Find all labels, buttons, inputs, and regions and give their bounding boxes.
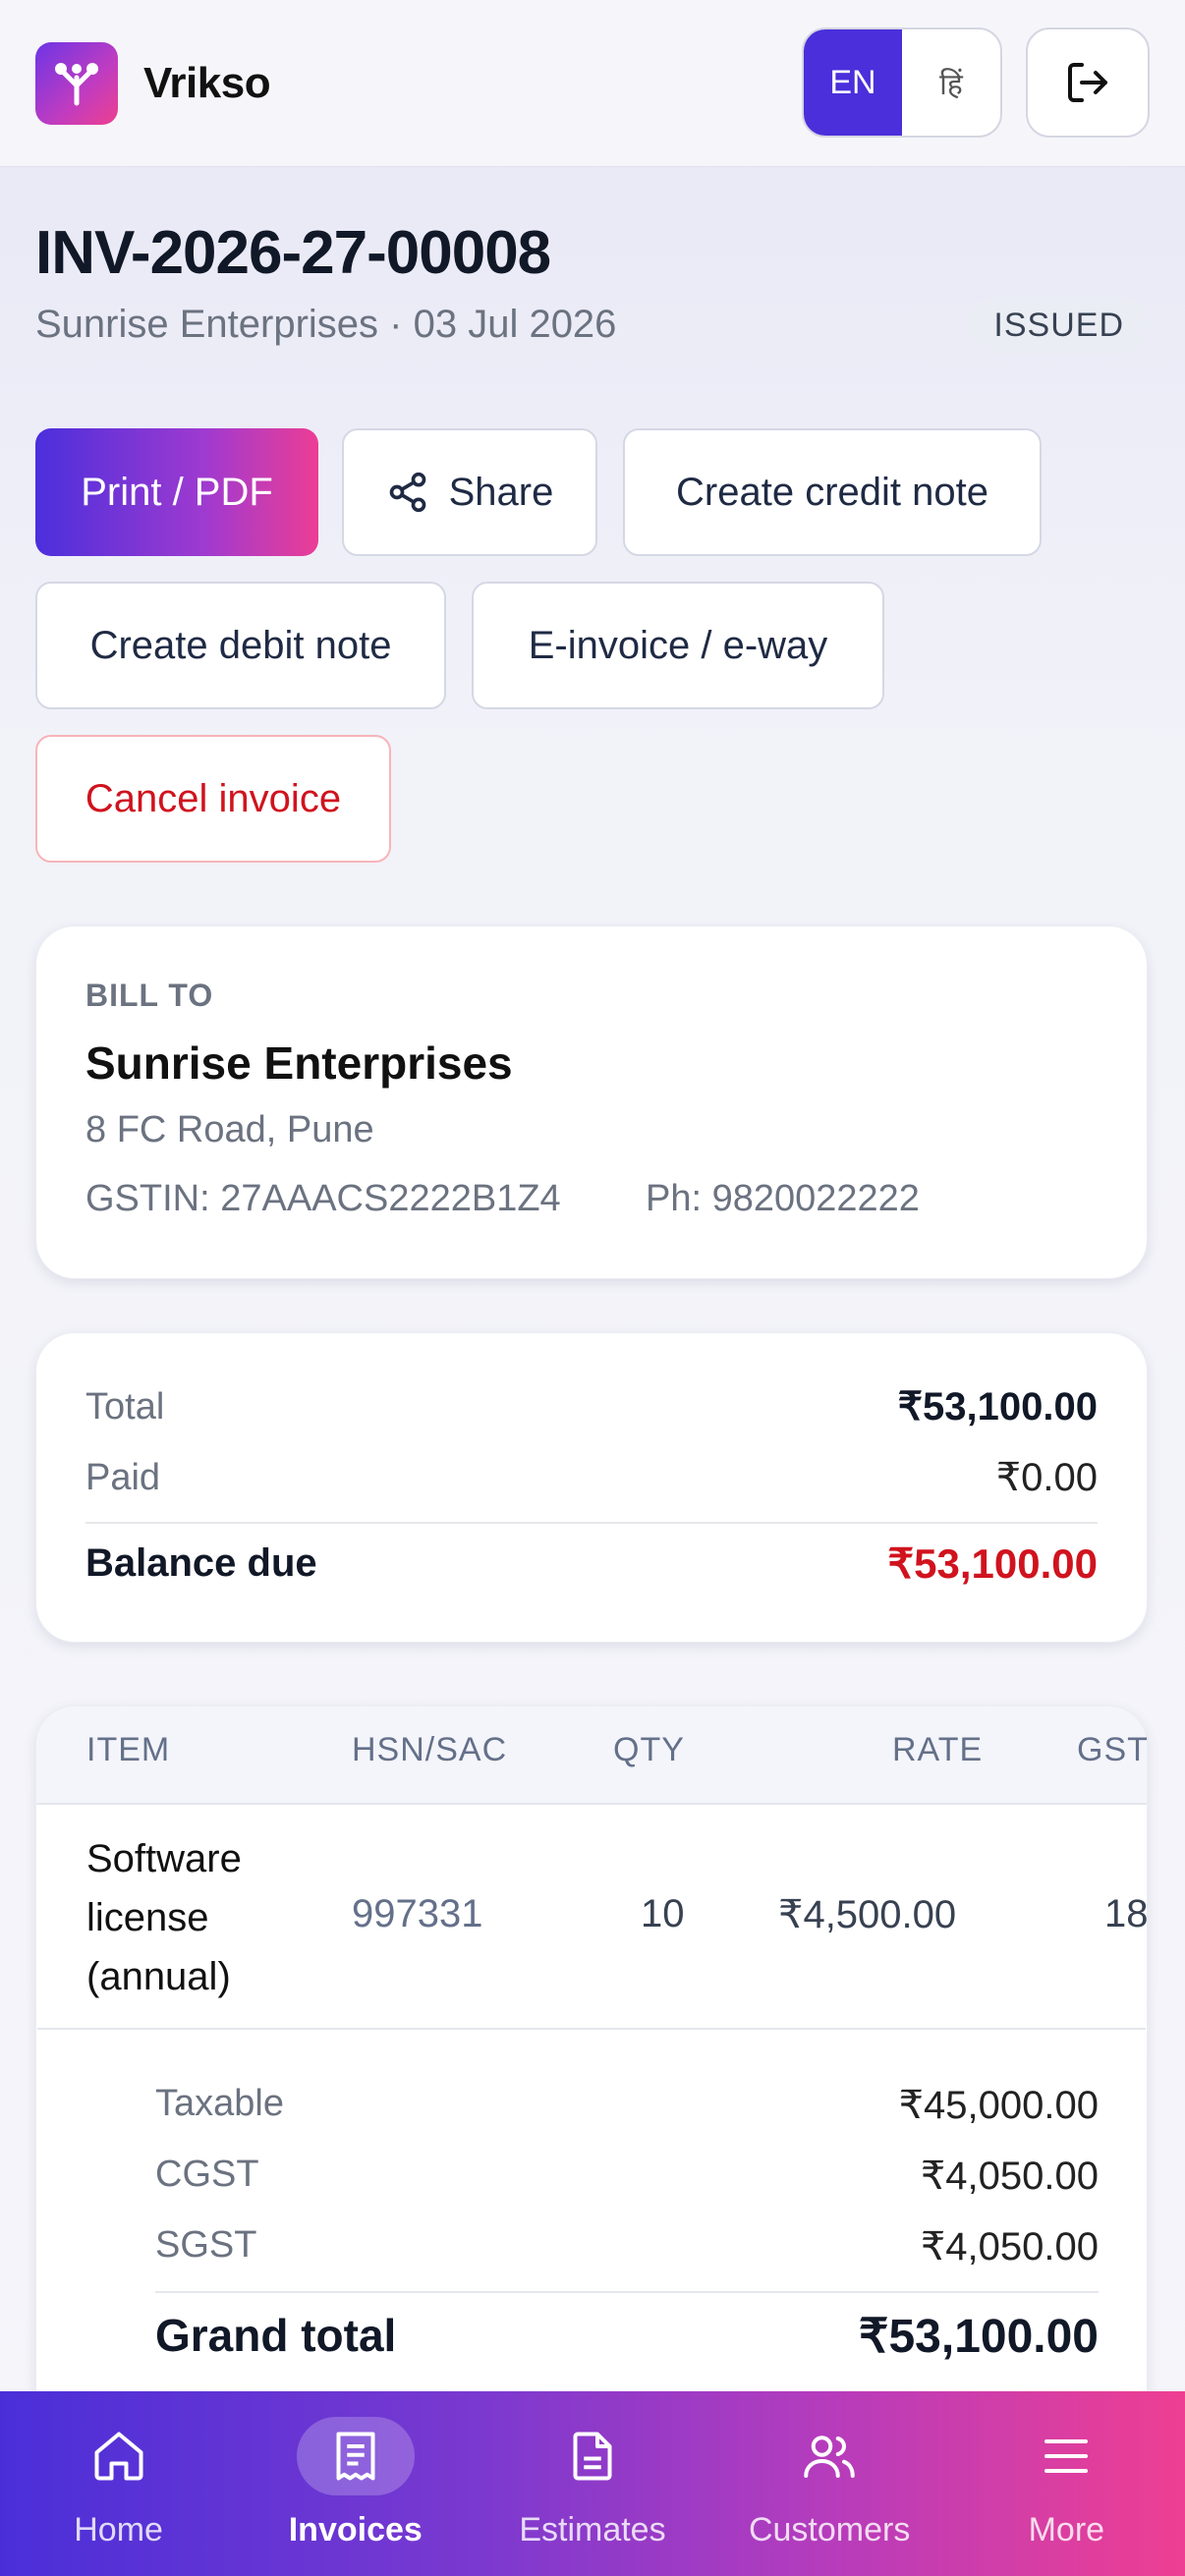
logout-button[interactable] [1026, 28, 1150, 138]
nav-more[interactable]: More [948, 2391, 1185, 2576]
taxable-row: Taxable ₹45,000.00 [155, 2083, 1099, 2128]
menu-icon [1044, 2439, 1089, 2473]
credit-note-label: Create credit note [676, 470, 988, 514]
sgst-row: SGST ₹4,050.00 [155, 2224, 1099, 2269]
share-button[interactable]: Share [342, 428, 597, 556]
tree-icon [55, 62, 98, 105]
customer-gstin: GSTIN: 27AAACS2222B1Z4 [85, 1178, 561, 1219]
receipt-icon [336, 2432, 375, 2481]
create-debit-note-button[interactable]: Create debit note [35, 582, 446, 709]
nav-home[interactable]: Home [0, 2391, 237, 2576]
grand-divider [155, 2291, 1099, 2293]
cgst-value: ₹4,050.00 [920, 2155, 1099, 2198]
total-row: Total ₹53,100.00 [85, 1384, 1098, 1429]
invoice-number: INV-2026-27-00008 [35, 219, 551, 287]
balance-row: Balance due ₹53,100.00 [85, 1540, 1098, 1588]
item-qty: 10 [641, 1892, 685, 1935]
invoice-subtitle: Sunrise Enterprises · 03 Jul 2026 [35, 303, 617, 346]
payment-summary-card: Total ₹53,100.00 Paid ₹0.00 Balance due … [35, 1332, 1148, 1643]
nav-more-label: More [1028, 2511, 1105, 2548]
app-name: Vrikso [143, 58, 271, 107]
total-label: Total [85, 1385, 165, 1428]
create-credit-note-button[interactable]: Create credit note [623, 428, 1042, 556]
column-header-qty: QTY [613, 1731, 685, 1768]
item-rate: ₹4,500.00 [778, 1893, 957, 1936]
item-gst: 18% [1104, 1892, 1148, 1935]
item-name: Software license (annual) [86, 1837, 242, 1998]
einvoice-eway-button[interactable]: E-invoice / e-way [472, 582, 884, 709]
balance-value: ₹53,100.00 [887, 1540, 1098, 1587]
nav-invoices-label: Invoices [288, 2511, 423, 2548]
bottom-navigation: Home Invoices Estimates Customers More [0, 2391, 1185, 2576]
lang-hi-button[interactable]: हिं [902, 29, 1000, 136]
status-badge: ISSUED [968, 297, 1150, 354]
nav-invoices[interactable]: Invoices [237, 2391, 474, 2576]
nav-customers-label: Customers [748, 2511, 911, 2548]
customer-address: 8 FC Road, Pune [85, 1109, 374, 1150]
paid-label: Paid [85, 1456, 161, 1498]
customer-phone: Ph: 9820022222 [646, 1178, 920, 1219]
print-pdf-label: Print / PDF [81, 470, 273, 514]
taxable-value: ₹45,000.00 [898, 2084, 1099, 2127]
app-logo [35, 41, 118, 125]
nav-home-label: Home [74, 2511, 163, 2548]
cancel-invoice-button[interactable]: Cancel invoice [35, 735, 391, 863]
bill-to-card: BILL TO Sunrise Enterprises 8 FC Road, P… [35, 925, 1148, 1279]
taxable-label: Taxable [155, 2083, 284, 2124]
total-value: ₹53,100.00 [897, 1385, 1098, 1428]
item-hsn: 997331 [352, 1892, 483, 1935]
paid-value: ₹0.00 [995, 1456, 1098, 1499]
users-icon [804, 2436, 855, 2478]
column-header-gst: GST [1077, 1731, 1148, 1768]
customer-name: Sunrise Enterprises [85, 1037, 513, 1089]
cgst-label: CGST [155, 2154, 259, 2195]
grand-total-value: ₹53,100.00 [858, 2311, 1099, 2363]
sgst-label: SGST [155, 2224, 257, 2266]
grand-total-row: Grand total ₹53,100.00 [155, 2309, 1099, 2364]
logout-icon [1068, 63, 1107, 102]
cgst-row: CGST ₹4,050.00 [155, 2154, 1099, 2199]
print-pdf-button[interactable]: Print / PDF [35, 428, 318, 556]
grand-total-label: Grand total [155, 2310, 397, 2361]
nav-estimates-label: Estimates [519, 2511, 666, 2548]
nav-estimates[interactable]: Estimates [474, 2391, 710, 2576]
language-toggle[interactable]: EN हिं [802, 28, 1002, 138]
column-header-hsn: HSN/SAC [352, 1731, 508, 1768]
paid-row: Paid ₹0.00 [85, 1455, 1098, 1500]
sgst-value: ₹4,050.00 [920, 2225, 1099, 2268]
summary-divider [85, 1522, 1098, 1524]
balance-label: Balance due [85, 1541, 317, 1585]
column-header-item: ITEM [86, 1731, 171, 1768]
share-label: Share [448, 470, 554, 514]
home-icon [94, 2432, 143, 2481]
debit-note-label: Create debit note [89, 623, 392, 667]
column-header-rate: RATE [892, 1731, 984, 1768]
row-divider [37, 2028, 1146, 2030]
einvoice-label: E-invoice / e-way [528, 623, 828, 667]
bill-to-heading: BILL TO [85, 978, 214, 1013]
cancel-invoice-label: Cancel invoice [85, 776, 342, 820]
document-icon [573, 2432, 612, 2481]
share-icon [389, 472, 425, 513]
app-header: Vrikso [0, 0, 1185, 167]
lang-en-button[interactable]: EN [804, 29, 902, 136]
nav-customers[interactable]: Customers [711, 2391, 948, 2576]
